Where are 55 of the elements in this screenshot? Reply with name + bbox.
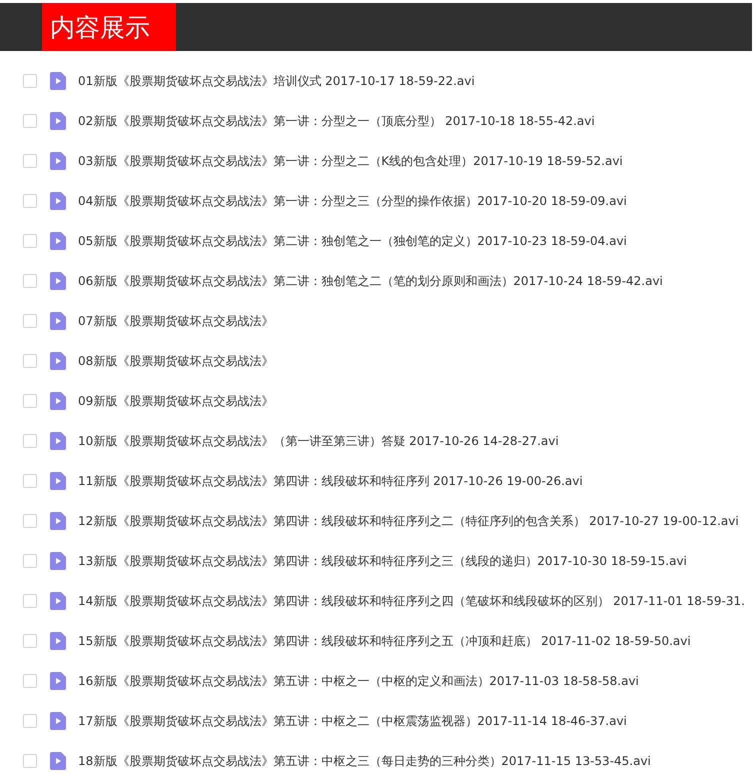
video-file-icon [50, 592, 66, 610]
file-name[interactable]: 16新版《股票期货破坏点交易战法》第五讲：中枢之一（中枢的定义和画法）2017-11-03 18-58-58.avi [78, 672, 639, 690]
file-name[interactable]: 07新版《股票期货破坏点交易战法》 [78, 312, 274, 330]
file-name[interactable]: 12新版《股票期货破坏点交易战法》第四讲：线段破坏和特征序列之二（特征序列的包含关系） 2017-10-27 19-00-12.avi [78, 512, 739, 530]
section-title: 内容展示 [42, 3, 176, 51]
file-name[interactable]: 03新版《股票期货破坏点交易战法》第一讲：分型之二（K线的包含处理）2017-10-19 18-59-52.avi [78, 152, 623, 170]
checkbox[interactable] [23, 474, 37, 488]
file-name[interactable]: 04新版《股票期货破坏点交易战法》第一讲：分型之三（分型的操作依据）2017-10-20 18-59-09.avi [78, 192, 627, 210]
checkbox[interactable] [23, 74, 37, 88]
checkbox[interactable] [23, 154, 37, 168]
video-file-icon [50, 552, 66, 570]
file-name[interactable]: 14新版《股票期货破坏点交易战法》第四讲：线段破坏和特征序列之四（笔破坏和线段破坏的区别） 2017-11-01 18-59-31. [78, 592, 745, 610]
video-file-icon [50, 272, 66, 290]
checkbox[interactable] [23, 354, 37, 368]
checkbox[interactable] [23, 274, 37, 288]
video-file-icon [50, 112, 66, 130]
file-name[interactable]: 01新版《股票期货破坏点交易战法》培训仪式 2017-10-17 18-59-22.avi [78, 72, 475, 90]
file-name[interactable]: 18新版《股票期货破坏点交易战法》第五讲：中枢之三（每日走势的三种分类）2017-11-15 13-53-45.avi [78, 752, 651, 770]
file-name[interactable]: 09新版《股票期货破坏点交易战法》 [78, 392, 274, 410]
file-name[interactable]: 06新版《股票期货破坏点交易战法》第二讲：独创笔之二（笔的划分原则和画法）2017-10-24 18-59-42.avi [78, 272, 663, 290]
checkbox[interactable] [23, 674, 37, 688]
file-name[interactable]: 10新版《股票期货破坏点交易战法》（第一讲至第三讲）答疑 2017-10-26 14-28-27.avi [78, 432, 559, 450]
video-file-icon [50, 352, 66, 370]
video-file-icon [50, 672, 66, 690]
checkbox[interactable] [23, 594, 37, 608]
video-file-icon [50, 712, 66, 730]
file-name[interactable]: 05新版《股票期货破坏点交易战法》第二讲：独创笔之一（独创笔的定义）2017-10-23 18-59-04.avi [78, 232, 627, 250]
video-file-icon [50, 432, 66, 450]
checkbox[interactable] [23, 194, 37, 208]
video-file-icon [50, 152, 66, 170]
checkbox[interactable] [23, 394, 37, 408]
video-file-icon [50, 632, 66, 650]
file-name[interactable]: 15新版《股票期货破坏点交易战法》第四讲：线段破坏和特征序列之五（冲顶和赶底） 2017-11-02 18-59-50.avi [78, 632, 691, 650]
checkbox[interactable] [23, 554, 37, 568]
video-file-icon [50, 312, 66, 330]
video-file-icon [50, 392, 66, 410]
checkbox[interactable] [23, 754, 37, 768]
video-file-icon [50, 72, 66, 90]
video-file-icon [50, 512, 66, 530]
checkbox[interactable] [23, 434, 37, 448]
file-name[interactable]: 08新版《股票期货破坏点交易战法》 [78, 352, 274, 370]
checkbox[interactable] [23, 114, 37, 128]
video-file-icon [50, 472, 66, 490]
checkbox[interactable] [23, 714, 37, 728]
checkbox[interactable] [23, 234, 37, 248]
checkbox[interactable] [23, 514, 37, 528]
file-name[interactable]: 11新版《股票期货破坏点交易战法》第四讲：线段破坏和特征序列 2017-10-26 19-00-26.avi [78, 472, 583, 490]
video-file-icon [50, 192, 66, 210]
video-file-icon [50, 232, 66, 250]
checkbox[interactable] [23, 634, 37, 648]
file-name[interactable]: 13新版《股票期货破坏点交易战法》第四讲：线段破坏和特征序列之三（线段的递归）2017-10-30 18-59-15.avi [78, 552, 687, 570]
file-name[interactable]: 17新版《股票期货破坏点交易战法》第五讲：中枢之二（中枢震荡监视器）2017-11-14 18-46-37.avi [78, 712, 627, 730]
video-file-icon [50, 752, 66, 770]
checkbox[interactable] [23, 314, 37, 328]
file-name[interactable]: 02新版《股票期货破坏点交易战法》第一讲：分型之一（顶底分型） 2017-10-18 18-55-42.avi [78, 112, 595, 130]
